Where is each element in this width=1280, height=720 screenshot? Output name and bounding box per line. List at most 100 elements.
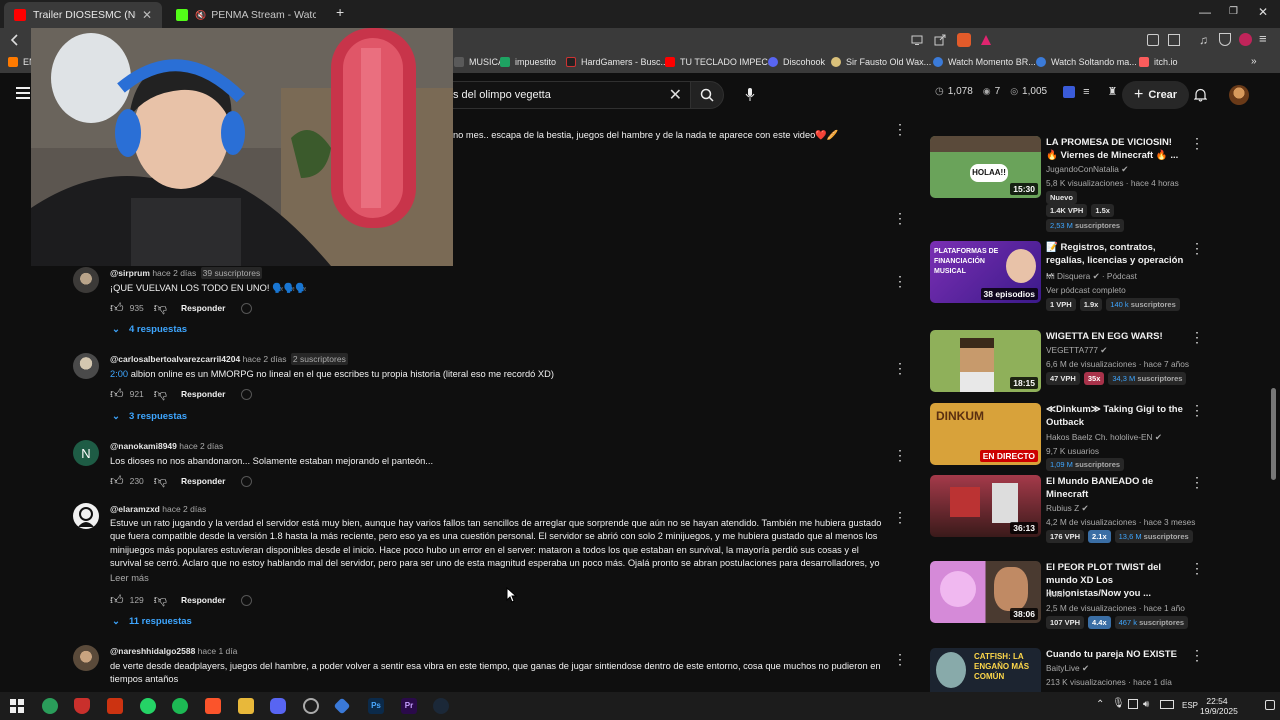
input-language[interactable]: ESP (1182, 701, 1198, 710)
comment-author[interactable]: @elaramzxd (110, 504, 160, 514)
comment-options-icon[interactable]: ⋮ (893, 448, 907, 462)
video-options-icon[interactable]: ⋮ (1190, 330, 1204, 344)
system-clock[interactable]: 22:54 19/9/2025 (1200, 696, 1238, 716)
bookmark-itch-io[interactable]: itch.io (1139, 57, 1178, 67)
video-channel[interactable]: Mi Disquera ✔ · Pódcast (1046, 271, 1137, 281)
reply-button[interactable]: Responder (181, 303, 225, 313)
related-video-item[interactable]: PLATAFORMAS DE FINANCIACIÓN MUSICAL 38 e… (930, 241, 1204, 311)
bookmark-hardgamers[interactable]: HardGamers - Busc... (566, 57, 668, 67)
brave-shield-icon[interactable] (957, 33, 971, 47)
keyboard-icon[interactable] (1160, 700, 1174, 709)
video-thumbnail[interactable]: 18:15 (930, 330, 1041, 392)
maximize-button[interactable]: ❐ (1229, 6, 1238, 17)
commenter-avatar[interactable] (73, 267, 99, 293)
commenter-avatar[interactable] (73, 353, 99, 379)
brave-browser-icon[interactable] (74, 698, 90, 714)
video-options-icon[interactable]: ⋮ (1190, 136, 1204, 150)
channel-name[interactable]: Nokiru (1046, 589, 1070, 599)
close-window-button[interactable]: ✕ (1258, 5, 1268, 19)
sort-icon[interactable]: ≡ (1083, 86, 1089, 98)
video-channel[interactable]: Nokiru (1046, 589, 1070, 599)
video-title[interactable]: LA PROMESA DE VICIOSIN! 🔥 Viernes de Min… (1046, 136, 1186, 162)
read-more-link[interactable]: Leer más (110, 573, 149, 583)
video-title[interactable]: El Mundo BANEADO de Minecraft (1046, 475, 1186, 501)
video-options-icon[interactable]: ⋮ (1190, 403, 1204, 417)
commenter-avatar[interactable] (73, 645, 99, 671)
comment-time[interactable]: hace 2 días (152, 268, 196, 278)
comment-author[interactable]: @carlosalbertoalvarezcarril4204 (110, 354, 240, 364)
channel-name[interactable]: Rubius Z (1046, 503, 1079, 513)
video-thumbnail[interactable]: HOLAA!! 15:30 (930, 136, 1041, 198)
view-replies-button[interactable]: ⌄ 11 respuestas (112, 616, 192, 627)
video-title[interactable]: ≪Dinkum≫ Taking Gigi to the Outback (1046, 403, 1186, 429)
bookmark-musica[interactable]: MUSICA (454, 57, 504, 67)
view-replies-button[interactable]: ⌄ 3 respuestas (112, 411, 187, 422)
related-video-item[interactable]: DINKUM EN DIRECTO ≪Dinkum≫ Taking Gigi t… (930, 403, 1204, 471)
dislike-icon[interactable]: 👎︎ (154, 473, 167, 489)
video-channel[interactable]: VEGETTA777 ✔ (1046, 345, 1107, 355)
video-title[interactable]: Cuando tu pareja NO EXISTE (1046, 648, 1186, 661)
clear-search-icon[interactable]: ✕ (669, 85, 682, 105)
share-icon[interactable] (934, 34, 946, 46)
video-channel[interactable]: Hakos Baelz Ch. hololive-EN ✔ (1046, 432, 1162, 442)
video-options-icon[interactable]: ⋮ (1190, 241, 1204, 255)
video-options-icon[interactable]: ⋮ (1190, 475, 1204, 489)
more-bookmarks-icon[interactable]: » (1251, 56, 1257, 67)
channel-name[interactable]: Mi Disquera (1046, 271, 1090, 281)
dislike-icon[interactable]: 👎︎ (154, 386, 167, 402)
vpn-shield-icon[interactable] (1219, 33, 1231, 46)
tab-penma-stream[interactable]: 🔇 PENMA Stream - Watch Live on K (166, 2, 326, 28)
voicemeeter-icon[interactable] (107, 698, 123, 714)
notifications-icon[interactable] (1265, 700, 1275, 710)
commenter-avatar[interactable]: N (73, 440, 99, 466)
media-control-icon[interactable]: ♫ (1199, 33, 1208, 47)
steam-icon[interactable] (433, 698, 449, 714)
video-channel[interactable]: JugandoConNatalia ✔ (1046, 164, 1128, 174)
related-video-item[interactable]: 38:06 El PEOR PLOT TWIST del mundo XD Lo… (930, 561, 1204, 629)
rewards-triangle-icon[interactable] (980, 34, 992, 46)
back-arrow-icon[interactable] (9, 34, 21, 46)
related-video-item[interactable]: 36:13 El Mundo BANEADO de Minecraft Rubi… (930, 475, 1204, 543)
video-stats[interactable]: Ver pódcast completo (1046, 285, 1126, 295)
related-video-item[interactable]: HOLAA!! 15:30 LA PROMESA DE VICIOSIN! 🔥 … (930, 136, 1204, 232)
comment-time[interactable]: hace 2 días (179, 441, 223, 451)
timestamp-link[interactable]: 2:00 (110, 369, 128, 379)
video-thumbnail[interactable]: PLATAFORMAS DE FINANCIACIÓN MUSICAL 38 e… (930, 241, 1041, 303)
dislike-icon[interactable]: 👎︎ (154, 592, 167, 608)
bookmark-sir-fausto[interactable]: Sir Fausto Old Wax... (831, 57, 931, 67)
extensions-icon[interactable] (1147, 34, 1159, 46)
muted-speaker-icon[interactable]: 🔇 (195, 10, 206, 21)
bookmark-tu-teclado[interactable]: TU TECLADO IMPEC... (665, 57, 775, 67)
xbox-icon[interactable] (42, 698, 58, 714)
search-input[interactable]: s del olimpo vegetta ✕ (452, 81, 692, 109)
comment-author[interactable]: @nareshhidalgo2588 (110, 646, 195, 656)
commenter-avatar[interactable] (73, 503, 99, 529)
profile-icon[interactable] (1239, 33, 1252, 46)
comment-options-icon[interactable]: ⋮ (893, 652, 907, 666)
tab-trailer-diosesmc[interactable]: Trailer DIOSESMC (Nuevo SERVI ✕ (4, 2, 162, 28)
dislike-icon[interactable]: 👎︎ (154, 300, 167, 316)
channel-name[interactable]: BaityLive (1046, 663, 1080, 673)
discord-icon[interactable] (270, 698, 286, 714)
comment-options-icon[interactable]: ⋮ (893, 361, 907, 375)
search-button[interactable] (690, 81, 724, 109)
comment-options-icon[interactable]: ⋮ (893, 274, 907, 288)
extension-icon[interactable] (1063, 85, 1076, 98)
close-tab-icon[interactable]: ✕ (136, 8, 152, 22)
comment-options-icon[interactable]: ⋮ (893, 211, 907, 225)
comment-options-icon[interactable]: ⋮ (893, 122, 907, 136)
comment-author[interactable]: @sirprum (110, 268, 150, 278)
video-options-icon[interactable]: ⋮ (1190, 648, 1200, 662)
bookmark-watch-soltando[interactable]: Watch Soltando ma... (1036, 57, 1137, 67)
reply-button[interactable]: Responder (181, 389, 225, 399)
like-icon[interactable]: 👍︎ (110, 473, 124, 489)
premiere-icon[interactable]: Pr (401, 698, 417, 714)
video-channel[interactable]: Rubius Z ✔ (1046, 503, 1088, 513)
reply-button[interactable]: Responder (181, 595, 225, 605)
show-hidden-icons-icon[interactable]: ⌃ (1096, 699, 1104, 710)
page-scrollbar[interactable] (1271, 388, 1276, 480)
menu-icon[interactable]: ≡ (1259, 31, 1267, 46)
create-button[interactable]: + Crear (1122, 81, 1190, 109)
video-thumbnail[interactable]: DINKUM EN DIRECTO (930, 403, 1041, 465)
photoshop-icon[interactable]: Ps (368, 698, 384, 714)
